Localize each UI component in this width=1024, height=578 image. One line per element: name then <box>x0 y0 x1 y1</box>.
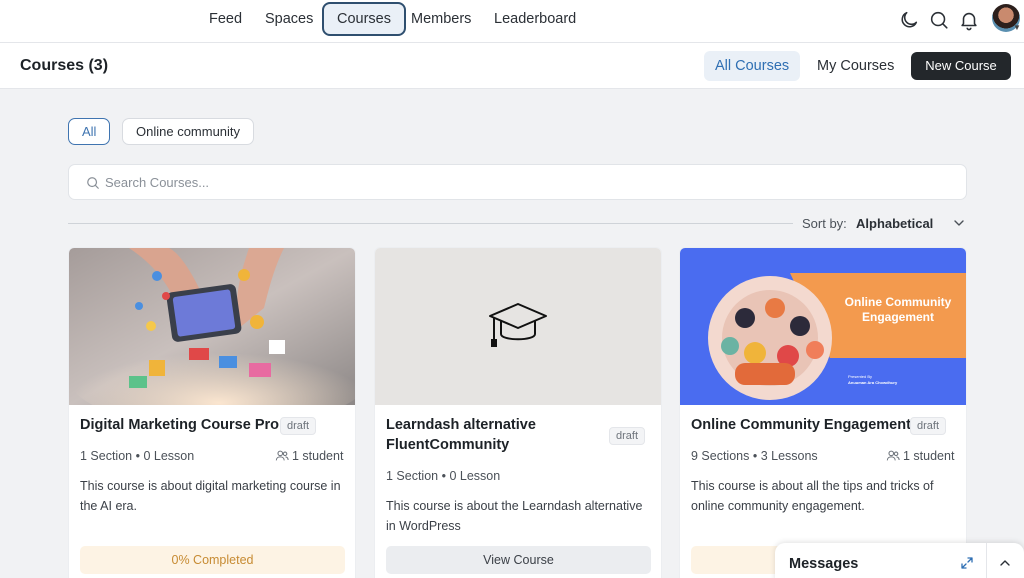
status-badge: draft <box>609 427 646 445</box>
course-title[interactable]: Online Community Engagement <box>691 415 911 435</box>
messages-title: Messages <box>789 556 859 572</box>
divider <box>68 223 793 224</box>
search-input[interactable] <box>105 165 945 199</box>
search-icon[interactable] <box>928 9 950 31</box>
graduation-cap-icon <box>489 303 547 347</box>
student-count: 1 student <box>903 449 955 463</box>
messages-panel[interactable]: Messages <box>775 543 1024 578</box>
top-navigation: Feed Spaces Courses Members Leaderboard … <box>0 0 1024 43</box>
chevron-down-icon[interactable] <box>953 217 965 229</box>
divider <box>986 543 987 578</box>
search-icon <box>87 177 99 189</box>
expand-icon[interactable] <box>960 556 974 570</box>
status-badge: draft <box>910 417 947 435</box>
course-title[interactable]: Digital Marketing Course Pro <box>80 415 279 435</box>
tab-spaces[interactable]: Spaces <box>252 2 326 36</box>
sort-label: Sort by: <box>802 216 847 231</box>
page-header: Courses (3) All Courses My Courses New C… <box>0 43 1024 89</box>
search-box <box>68 164 967 200</box>
tab-courses[interactable]: Courses <box>322 2 406 36</box>
course-meta: 9 Sections • 3 Lessons <box>691 449 818 463</box>
course-description: This course is about the Learndash alter… <box>386 499 643 533</box>
course-description: This course is about digital marketing c… <box>80 479 341 513</box>
filter-all[interactable]: All <box>68 118 111 145</box>
cover-presenter-name: Anuuman Ara Chowdhury <box>848 380 898 385</box>
tab-leaderboard[interactable]: Leaderboard <box>481 2 589 36</box>
course-cover-image <box>69 248 355 405</box>
chevron-up-icon[interactable] <box>999 557 1011 569</box>
course-cover-image: Online Community Engagement Presented By… <box>680 248 966 405</box>
student-count: 1 student <box>292 449 344 463</box>
users-icon <box>886 450 900 461</box>
users-icon <box>275 450 289 461</box>
course-card[interactable]: Digital Marketing Course Pro draft 1 Sec… <box>68 247 356 578</box>
all-courses-button[interactable]: All Courses <box>704 51 801 81</box>
my-courses-button[interactable]: My Courses <box>806 51 905 81</box>
course-description: This course is about all the tips and tr… <box>691 479 934 513</box>
tab-members[interactable]: Members <box>398 2 484 36</box>
tab-feed[interactable]: Feed <box>196 2 255 36</box>
course-card[interactable]: Learndash alternative FluentCommunity dr… <box>374 247 662 578</box>
sort-select[interactable]: Alphabetical <box>856 216 933 231</box>
bell-icon[interactable] <box>958 9 980 31</box>
page-title: Courses (3) <box>20 57 109 74</box>
cover-heading: Online Community Engagement <box>844 295 952 324</box>
course-meta: 1 Section • 0 Lesson <box>80 449 195 463</box>
progress-button[interactable]: 0% Completed <box>80 546 345 574</box>
filter-online-community[interactable]: Online community <box>122 118 255 145</box>
cover-presenter-label: Presented By <box>848 374 873 379</box>
chevron-down-icon[interactable]: ▼ <box>1013 23 1021 32</box>
course-meta: 1 Section • 0 Lesson <box>386 469 501 483</box>
course-title[interactable]: Learndash alternative FluentCommunity <box>386 415 586 455</box>
course-card[interactable]: Online Community Engagement Presented By… <box>679 247 967 578</box>
view-course-button[interactable]: View Course <box>386 546 651 574</box>
status-badge: draft <box>280 417 317 435</box>
new-course-button[interactable]: New Course <box>911 52 1011 80</box>
moon-icon[interactable] <box>898 9 920 31</box>
course-cover-image <box>375 248 661 405</box>
